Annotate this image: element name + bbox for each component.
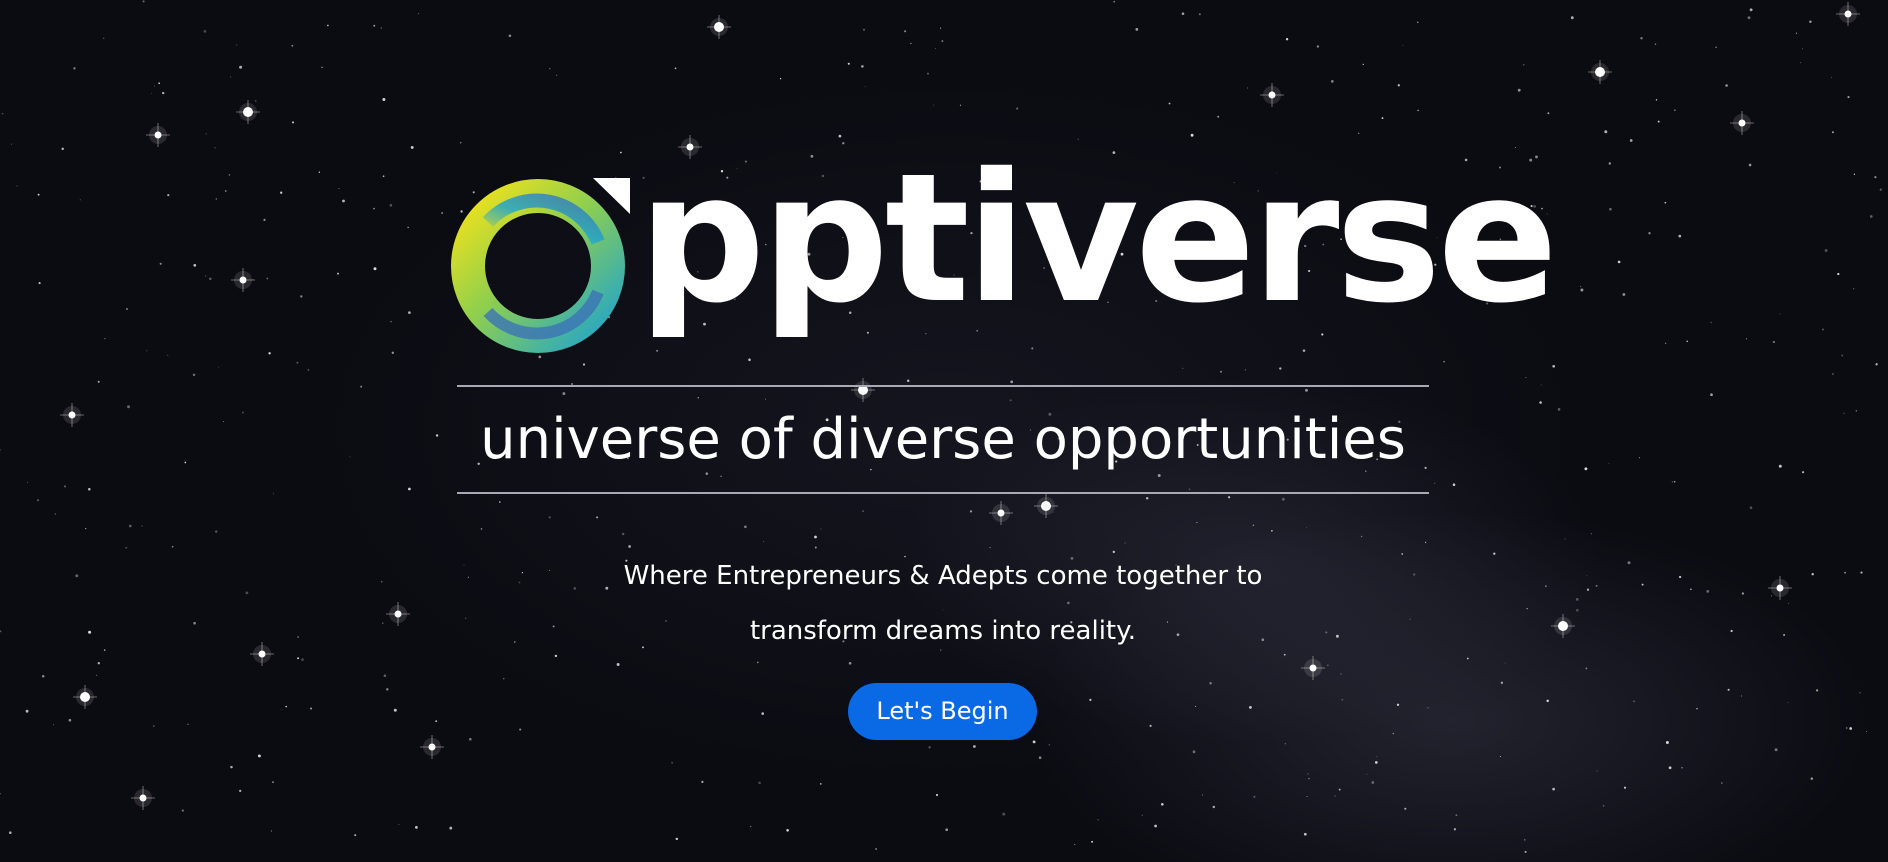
lets-begin-button[interactable]: Let's Begin xyxy=(848,683,1037,740)
description-line-2: transform dreams into reality. xyxy=(749,616,1137,646)
hero-description: Where Entrepreneurs & Adepts come togeth… xyxy=(544,549,1342,659)
rainbow-ring-logo-icon xyxy=(451,178,630,353)
divider-top xyxy=(457,385,1429,387)
tagline: universe of diverse opportunities xyxy=(480,407,1406,472)
divider-bottom xyxy=(457,492,1429,494)
description-line-1: Where Entrepreneurs & Adepts come togeth… xyxy=(623,561,1263,591)
hero-section: pptiverse universe of diverse opportunit… xyxy=(0,0,1888,862)
brand-wordmark: pptiverse xyxy=(638,135,1558,342)
brand-logo: pptiverse xyxy=(448,150,1558,382)
